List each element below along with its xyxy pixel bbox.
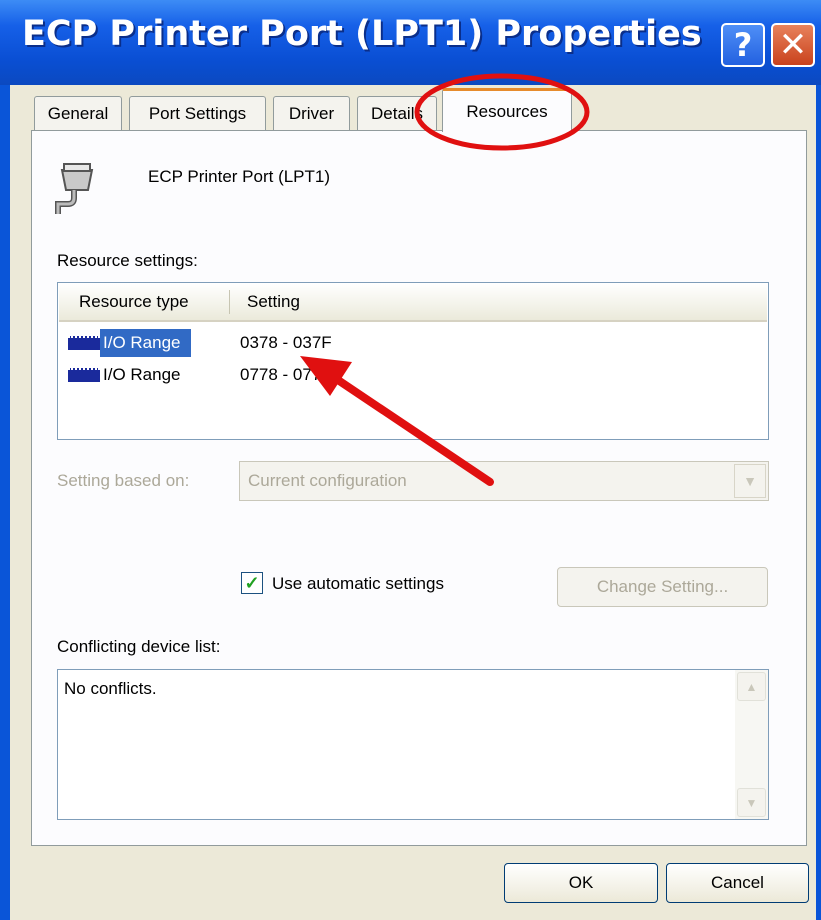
resource-list-header: Resource type Setting bbox=[59, 284, 767, 322]
automatic-settings-label[interactable]: Use automatic settings bbox=[272, 574, 444, 594]
chevron-down-icon[interactable]: ▼ bbox=[734, 464, 766, 498]
automatic-settings-checkbox[interactable]: ✓ bbox=[241, 572, 263, 594]
conflict-text: No conflicts. bbox=[64, 679, 157, 698]
properties-window: ECP Printer Port (LPT1) Properties ? ✕ G… bbox=[0, 0, 821, 920]
chip-icon bbox=[68, 368, 100, 382]
ok-button[interactable]: OK bbox=[504, 863, 658, 903]
column-resource-type[interactable]: Resource type bbox=[79, 284, 189, 320]
tab-port-settings[interactable]: Port Settings bbox=[129, 96, 266, 130]
column-setting[interactable]: Setting bbox=[247, 284, 300, 320]
resource-type-cell: I/O Range bbox=[103, 365, 181, 384]
device-name: ECP Printer Port (LPT1) bbox=[148, 167, 331, 186]
resource-list[interactable]: Resource type Setting I/O Range 0378 - 0… bbox=[57, 282, 769, 440]
resource-setting-cell: 0378 - 037F bbox=[240, 333, 332, 352]
scroll-up-icon[interactable]: ▲ bbox=[737, 672, 766, 701]
scroll-down-icon[interactable]: ▼ bbox=[737, 788, 766, 817]
tab-driver[interactable]: Driver bbox=[273, 96, 350, 130]
setting-based-on-label: Setting based on: bbox=[57, 471, 190, 490]
resource-row[interactable]: I/O Range 0778 - 077B bbox=[68, 361, 758, 389]
scrollbar[interactable]: ▲ ▼ bbox=[735, 670, 768, 819]
chip-icon bbox=[68, 336, 100, 350]
setting-based-on-value: Current configuration bbox=[248, 471, 407, 490]
close-button[interactable]: ✕ bbox=[771, 23, 815, 67]
window-title: ECP Printer Port (LPT1) Properties bbox=[22, 14, 702, 54]
help-button[interactable]: ? bbox=[721, 23, 765, 67]
resource-type-cell: I/O Range bbox=[100, 329, 191, 357]
resource-row[interactable]: I/O Range 0378 - 037F bbox=[68, 329, 758, 357]
resource-setting-cell: 0778 - 077B bbox=[240, 365, 333, 384]
change-setting-button[interactable]: Change Setting... bbox=[557, 567, 768, 607]
tab-resources[interactable]: Resources bbox=[442, 88, 572, 132]
resource-settings-label: Resource settings: bbox=[57, 251, 198, 270]
setting-based-on-select[interactable]: Current configuration ▼ bbox=[239, 461, 769, 501]
tab-details[interactable]: Details bbox=[357, 96, 437, 130]
tab-general[interactable]: General bbox=[34, 96, 122, 130]
conflicting-device-list[interactable]: No conflicts. ▲ ▼ bbox=[57, 669, 769, 820]
parallel-port-icon bbox=[55, 163, 94, 214]
conflicting-device-list-label: Conflicting device list: bbox=[57, 637, 221, 656]
title-bar[interactable]: ECP Printer Port (LPT1) Properties ? ✕ bbox=[0, 0, 821, 85]
cancel-button[interactable]: Cancel bbox=[666, 863, 809, 903]
